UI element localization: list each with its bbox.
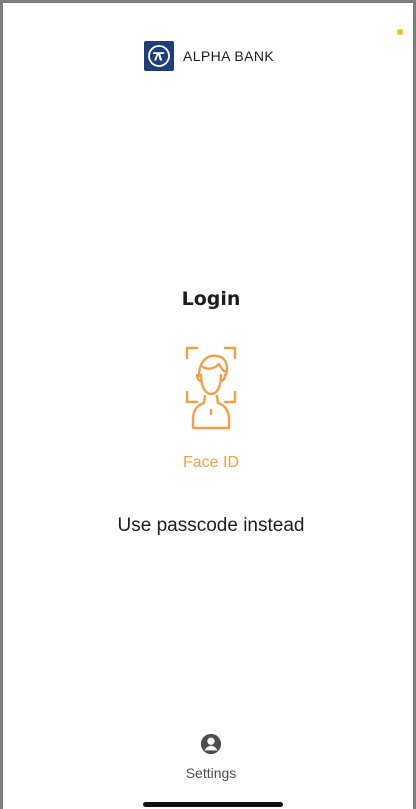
home-indicator [143, 802, 283, 807]
user-circle-icon [200, 733, 222, 755]
face-id-label: Face ID [182, 454, 239, 471]
alpha-bank-logo-icon [144, 41, 174, 71]
brand-name: ALPHA BANK [183, 48, 275, 64]
face-id-icon [185, 346, 237, 430]
settings-label: Settings [185, 765, 237, 781]
use-passcode-button[interactable]: Use passcode instead [3, 512, 416, 540]
status-indicator [397, 29, 403, 35]
page-title: Login [181, 288, 241, 310]
face-id-button[interactable]: Face ID [171, 340, 251, 480]
phone-frame: ALPHA BANK Login Face ID Use passcode in… [0, 0, 416, 809]
brand-header: ALPHA BANK [144, 41, 274, 71]
settings-button[interactable]: Settings [175, 733, 247, 783]
